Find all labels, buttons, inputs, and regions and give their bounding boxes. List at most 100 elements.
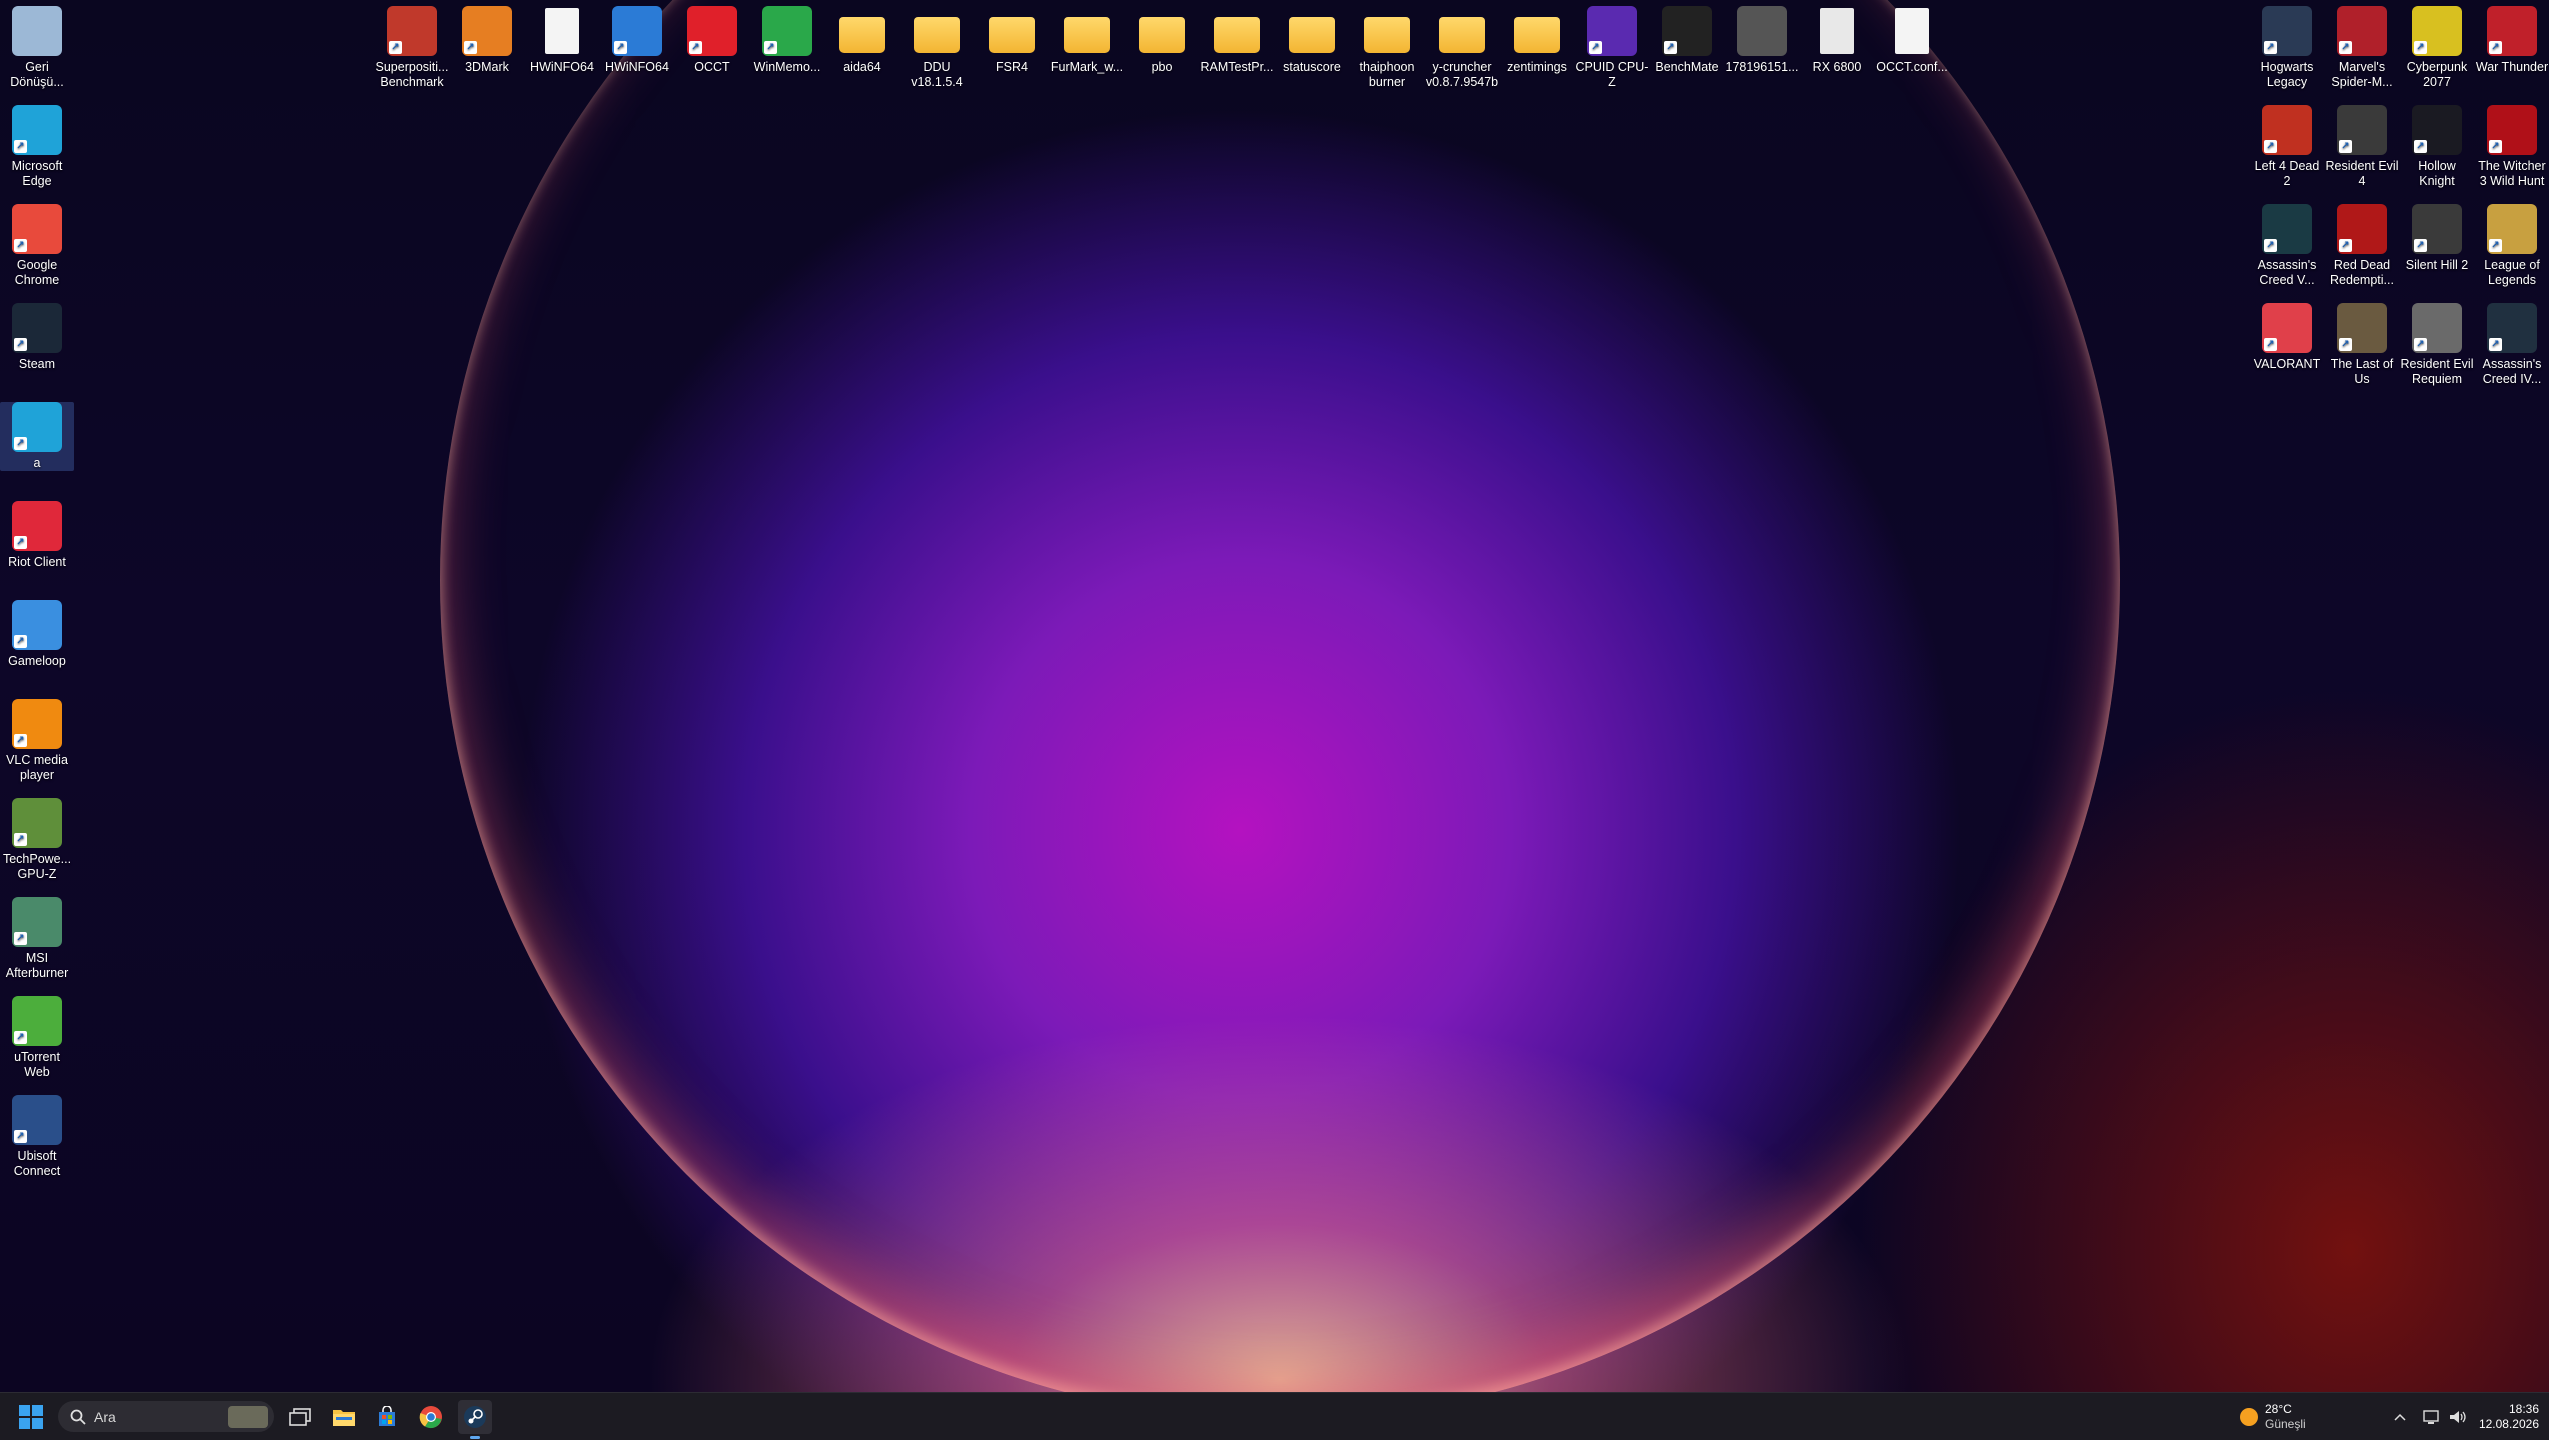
desktop-icon[interactable]: pbo <box>1125 6 1199 75</box>
desktop-icon[interactable]: FSR4 <box>975 6 1049 75</box>
taskbar-search[interactable]: Ara <box>58 1401 274 1432</box>
desktop-icon[interactable]: Geri Dönüşü... <box>0 6 74 89</box>
desktop-icon[interactable]: ↗ The Witcher 3 Wild Hunt <box>2475 105 2549 188</box>
desktop-icon-label: WinMemo... <box>753 60 821 74</box>
folder-icon <box>333 1410 355 1426</box>
weather-temperature: 28°C <box>2265 1402 2292 1416</box>
desktop-icon-label: Hollow Knight <box>2418 159 2456 188</box>
desktop-icon[interactable]: ↗ Marvel's Spider-M... <box>2325 6 2399 89</box>
volume-button[interactable] <box>2444 1400 2472 1434</box>
desktop-icon[interactable]: RX 6800 <box>1800 6 1874 75</box>
desktop[interactable]: Geri Dönüşü... ↗ Microsoft Edge ↗ Google Chr… <box>0 0 2549 1392</box>
desktop-icon[interactable]: ↗ Left 4 Dead 2 <box>2250 105 2324 188</box>
desktop-icon[interactable]: ↗ 3DMark <box>450 6 524 75</box>
desktop-icon-label: FurMark_w... <box>1050 60 1124 74</box>
desktop-icon[interactable]: DDU v18.1.5.4 <box>900 6 974 89</box>
desktop-icon[interactable]: ↗ Resident Evil 4 <box>2325 105 2399 188</box>
desktop-icon[interactable]: ↗ Cyberpunk 2077 <box>2400 6 2474 89</box>
desktop-icon[interactable]: ↗ Silent Hill 2 <box>2400 204 2474 273</box>
re-requiem-icon: ↗ <box>2412 303 2462 353</box>
desktop-icon-label: zentimings <box>1507 60 1567 74</box>
desktop-icon[interactable]: OCCT.conf... <box>1875 6 1949 75</box>
shortcut-arrow-icon: ↗ <box>14 140 27 153</box>
edge-icon: ↗ <box>12 402 62 452</box>
desktop-icon-label: aida64 <box>843 60 881 74</box>
shortcut-arrow-icon: ↗ <box>2264 239 2277 252</box>
desktop-icon[interactable]: ↗ CPUID CPU-Z <box>1575 6 1649 89</box>
desktop-icon[interactable]: y-cruncher v0.8.7.9547b <box>1425 6 1499 89</box>
desktop-icon-label: HWiNFO64 <box>605 60 669 74</box>
weather-widget-icon-button[interactable] <box>2232 1400 2266 1434</box>
steam-icon <box>464 1406 486 1428</box>
desktop-icon[interactable]: ↗ Ubisoft Connect <box>0 1095 74 1178</box>
desktop-icon[interactable]: ↗ Riot Client <box>0 501 74 570</box>
tlou-icon: ↗ <box>2337 303 2387 353</box>
show-hidden-icons-button[interactable] <box>2386 1400 2414 1434</box>
desktop-icon-label: OCCT.conf... <box>1876 60 1948 74</box>
steam-taskbar-button[interactable] <box>458 1400 492 1439</box>
desktop-icon[interactable]: ↗ Hogwarts Legacy <box>2250 6 2324 89</box>
desktop-icon[interactable]: aida64 <box>825 6 899 75</box>
desktop-icon[interactable]: ↗ Assassin's Creed IV... <box>2475 303 2549 386</box>
clock[interactable]: 18:36 12.08.2026 <box>2479 1402 2539 1432</box>
taskbar: Ara 28°C Güneşli 18:36 12.08.2026 <box>0 1392 2549 1440</box>
witcher-icon: ↗ <box>2487 105 2537 155</box>
desktop-icon[interactable]: ↗ VLC media player <box>0 699 74 782</box>
desktop-icon[interactable]: ↗ Gameloop <box>0 600 74 669</box>
desktop-icon[interactable]: HWiNFO64 <box>525 6 599 75</box>
desktop-icon[interactable]: ↗ MSI Afterburner <box>0 897 74 980</box>
file-explorer-button[interactable] <box>327 1400 361 1434</box>
desktop-icon[interactable]: zentimings <box>1500 6 1574 75</box>
folder-shape <box>914 17 960 53</box>
desktop-icon[interactable]: ↗ Superpositi... Benchmark <box>375 6 449 89</box>
desktop-icon[interactable]: ↗ The Last of Us <box>2325 303 2399 386</box>
volume-icon <box>2450 1411 2466 1423</box>
weather-widget[interactable]: 28°C Güneşli <box>2265 1402 2306 1432</box>
desktop-icon[interactable]: ↗ League of Legends <box>2475 204 2549 287</box>
desktop-icon[interactable]: thaiphoon burner <box>1350 6 1424 89</box>
desktop-icon[interactable]: statuscore <box>1275 6 1349 75</box>
desktop-icon[interactable]: ↗ uTorrent Web <box>0 996 74 1079</box>
desktop-icon[interactable]: ↗ a <box>0 402 74 471</box>
desktop-icon[interactable]: ↗ OCCT <box>675 6 749 75</box>
shortcut-arrow-icon: ↗ <box>464 41 477 54</box>
desktop-icon[interactable]: 178196151... <box>1725 6 1799 75</box>
shortcut-arrow-icon: ↗ <box>2264 140 2277 153</box>
desktop-icon[interactable]: ↗ TechPowe... GPU-Z <box>0 798 74 881</box>
desktop-icon[interactable]: ↗ War Thunder <box>2475 6 2549 75</box>
desktop-icon-label: a <box>33 456 41 470</box>
store-icon <box>379 1406 395 1426</box>
folder-shape <box>1439 17 1485 53</box>
start-button[interactable] <box>14 1400 48 1434</box>
desktop-icon[interactable]: ↗ Microsoft Edge <box>0 105 74 188</box>
occt-icon: ↗ <box>687 6 737 56</box>
desktop-icon[interactable]: FurMark_w... <box>1050 6 1124 75</box>
chevron-up-icon <box>2394 1413 2406 1421</box>
hogwarts-icon: ↗ <box>2262 6 2312 56</box>
desktop-icon[interactable]: ↗ Hollow Knight <box>2400 105 2474 188</box>
desktop-icon[interactable]: ↗ Red Dead Redempti... <box>2325 204 2399 287</box>
shortcut-arrow-icon: ↗ <box>14 734 27 747</box>
wallpaper-glow <box>440 0 2120 1392</box>
desktop-icon[interactable]: ↗ HWiNFO64 <box>600 6 674 75</box>
desktop-icon[interactable]: ↗ Google Chrome <box>0 204 74 287</box>
folder-shape <box>1214 17 1260 53</box>
desktop-icon-label: Resident Evil 4 <box>2325 159 2399 188</box>
document-shape <box>545 8 579 54</box>
desktop-icon[interactable]: RAMTestPr... <box>1200 6 1274 75</box>
desktop-icon[interactable]: ↗ WinMemo... <box>750 6 824 75</box>
desktop-icon[interactable]: ↗ BenchMate <box>1650 6 1724 75</box>
shortcut-arrow-icon: ↗ <box>1589 41 1602 54</box>
chrome-taskbar-button[interactable] <box>414 1400 448 1434</box>
task-view-button[interactable] <box>283 1400 317 1434</box>
shortcut-arrow-icon: ↗ <box>2489 239 2502 252</box>
search-highlight-image <box>228 1405 268 1428</box>
desktop-icon[interactable]: ↗ Resident Evil Requiem <box>2400 303 2474 386</box>
network-icon <box>2423 1410 2439 1424</box>
microsoft-store-button[interactable] <box>370 1400 404 1434</box>
network-button[interactable] <box>2418 1400 2446 1434</box>
desktop-icon[interactable]: ↗ Steam <box>0 303 74 372</box>
desktop-icon[interactable]: ↗ VALORANT <box>2250 303 2324 372</box>
desktop-icon[interactable]: ↗ Assassin's Creed V... <box>2250 204 2324 287</box>
folder-icon <box>1287 6 1337 56</box>
